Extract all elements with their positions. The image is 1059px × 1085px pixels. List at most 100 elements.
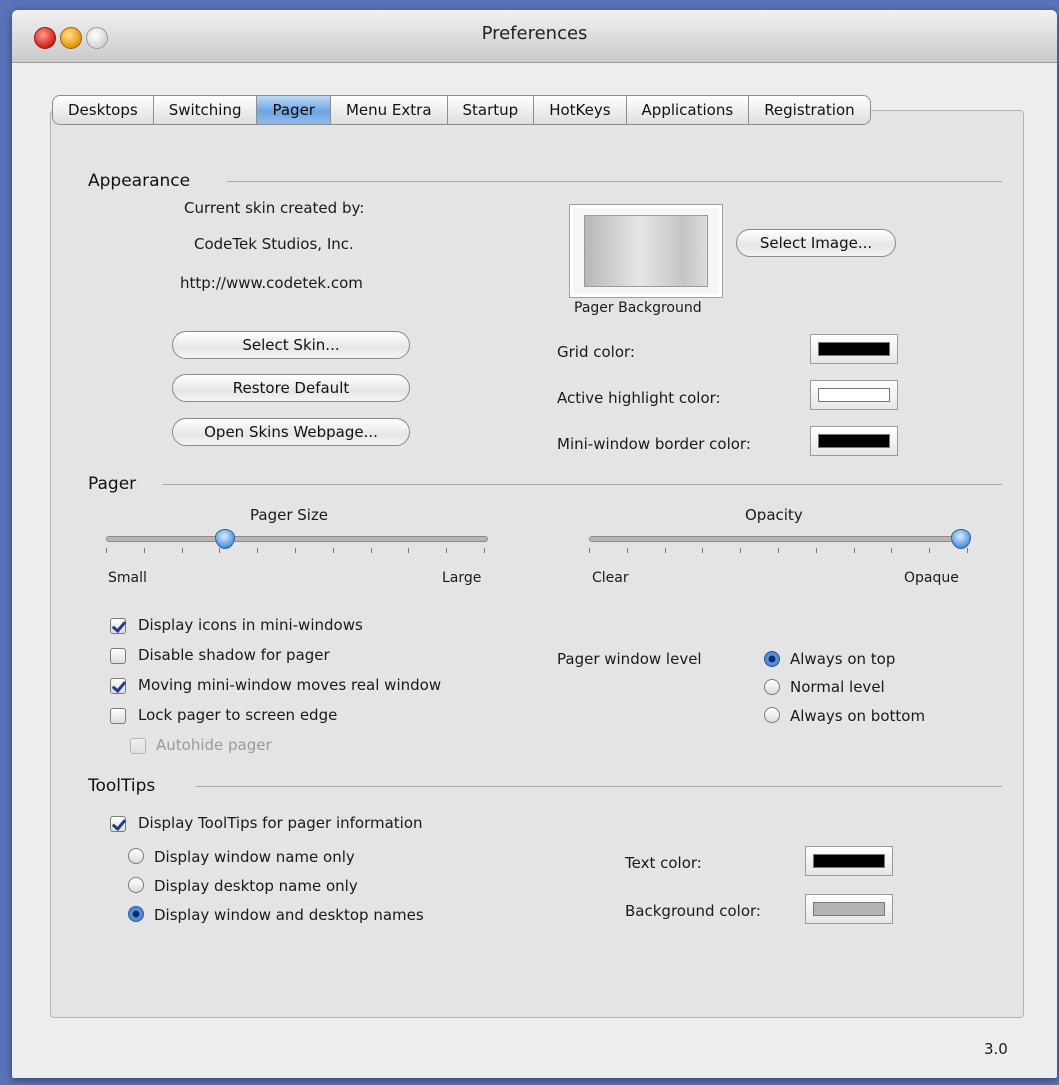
always-on-top-radio[interactable] (764, 651, 780, 667)
tooltips-separator (196, 786, 1002, 787)
opacity-max-label: Opaque (904, 570, 959, 586)
pager-window-level-label: Pager window level (557, 650, 702, 668)
grid-color-well[interactable] (810, 334, 898, 364)
opacity-min-label: Clear (592, 570, 629, 586)
slider-tick (182, 548, 183, 553)
skin-author: CodeTek Studios, Inc. (194, 235, 354, 253)
title-bar[interactable]: Preferences (12, 10, 1057, 63)
grid-color-swatch (818, 342, 890, 356)
slider-tick (702, 548, 703, 553)
tab-desktops[interactable]: Desktops (52, 95, 153, 125)
appearance-heading: Appearance (88, 171, 191, 191)
display-window-name-radio[interactable] (128, 848, 144, 864)
tooltip-background-color-swatch (813, 902, 885, 916)
slider-tick (333, 548, 334, 553)
pager-size-knob[interactable] (215, 529, 235, 549)
slider-tick (295, 548, 296, 553)
window-title: Preferences (481, 23, 588, 44)
select-image-button[interactable]: Select Image... (736, 229, 896, 257)
active-highlight-color-well[interactable] (810, 380, 898, 410)
tab-applications[interactable]: Applications (625, 95, 749, 125)
appearance-separator (227, 181, 1002, 182)
display-window-name-label: Display window name only (154, 848, 355, 866)
moving-mini-window-label: Moving mini-window moves real window (138, 676, 442, 694)
mini-window-border-color-well[interactable] (810, 426, 898, 456)
slider-tick (854, 548, 855, 553)
disable-shadow-checkbox[interactable] (110, 648, 126, 664)
pager-separator (162, 484, 1002, 485)
skin-created-by-label: Current skin created by: (184, 199, 365, 217)
active-highlight-color-label: Active highlight color: (557, 389, 721, 407)
lock-pager-checkbox[interactable] (110, 708, 126, 724)
display-tooltips-label: Display ToolTips for pager information (138, 814, 423, 832)
tooltip-background-color-label: Background color: (625, 902, 761, 920)
select-skin-button[interactable]: Select Skin... (172, 331, 410, 359)
tab-bar: Desktops Switching Pager Menu Extra Star… (52, 95, 871, 125)
always-on-bottom-radio[interactable] (764, 707, 780, 723)
tab-hotkeys[interactable]: HotKeys (533, 95, 626, 125)
pager-size-max-label: Large (442, 570, 482, 586)
slider-tick (929, 548, 930, 553)
slider-tick (408, 548, 409, 553)
open-skins-webpage-button[interactable]: Open Skins Webpage... (172, 418, 410, 446)
slider-tick (589, 548, 590, 553)
slider-tick (891, 548, 892, 553)
display-tooltips-checkbox[interactable] (110, 816, 126, 832)
tooltip-background-color-well[interactable] (805, 894, 893, 924)
pager-heading: Pager (88, 474, 137, 494)
skin-url: http://www.codetek.com (180, 274, 363, 292)
display-icons-checkbox[interactable] (110, 618, 126, 634)
lock-pager-label: Lock pager to screen edge (138, 706, 338, 724)
opacity-slider[interactable] (589, 528, 975, 558)
disable-shadow-label: Disable shadow for pager (138, 646, 330, 664)
display-window-and-desktop-radio[interactable] (128, 906, 144, 922)
tab-menu-extra[interactable]: Menu Extra (329, 95, 447, 125)
normal-level-label: Normal level (790, 678, 885, 696)
slider-tick (816, 548, 817, 553)
pager-background-image (584, 215, 708, 287)
pager-size-track (106, 536, 488, 542)
always-on-bottom-label: Always on bottom (790, 707, 926, 725)
slider-tick (257, 548, 258, 553)
tooltip-text-color-well[interactable] (805, 846, 893, 876)
slider-tick (778, 548, 779, 553)
mini-window-border-color-label: Mini-window border color: (557, 435, 751, 453)
slider-tick (371, 548, 372, 553)
slider-tick (665, 548, 666, 553)
tooltips-heading: ToolTips (88, 776, 156, 796)
active-highlight-color-swatch (818, 388, 890, 402)
tab-startup[interactable]: Startup (446, 95, 534, 125)
slider-tick (446, 548, 447, 553)
slider-tick (484, 548, 485, 553)
pager-size-slider[interactable] (106, 528, 492, 558)
slider-tick (740, 548, 741, 553)
tab-registration[interactable]: Registration (748, 95, 871, 125)
display-desktop-name-radio[interactable] (128, 877, 144, 893)
autohide-pager-checkbox[interactable] (130, 738, 146, 754)
normal-level-radio[interactable] (764, 679, 780, 695)
grid-color-label: Grid color: (557, 343, 635, 361)
autohide-pager-label: Autohide pager (156, 736, 272, 754)
tooltip-text-color-swatch (813, 854, 885, 868)
pager-background-well[interactable] (569, 204, 723, 298)
moving-mini-window-checkbox[interactable] (110, 678, 126, 694)
pager-background-label: Pager Background (574, 300, 702, 316)
opacity-knob[interactable] (951, 529, 971, 549)
slider-tick (967, 548, 968, 553)
slider-tick (106, 548, 107, 553)
pager-size-min-label: Small (108, 570, 147, 586)
restore-default-button[interactable]: Restore Default (172, 374, 410, 402)
tooltip-text-color-label: Text color: (625, 854, 702, 872)
preferences-window: Preferences Desktops Switching Pager Men… (12, 10, 1057, 1078)
display-icons-label: Display icons in mini-windows (138, 616, 363, 634)
display-desktop-name-label: Display desktop name only (154, 877, 358, 895)
tab-pager[interactable]: Pager (256, 95, 330, 125)
tab-switching[interactable]: Switching (152, 95, 257, 125)
version-label: 3.0 (984, 1040, 1008, 1058)
slider-tick (219, 548, 220, 553)
slider-tick (627, 548, 628, 553)
slider-tick (144, 548, 145, 553)
opacity-title: Opacity (745, 506, 803, 524)
display-window-and-desktop-label: Display window and desktop names (154, 906, 424, 924)
pager-size-title: Pager Size (250, 506, 329, 524)
